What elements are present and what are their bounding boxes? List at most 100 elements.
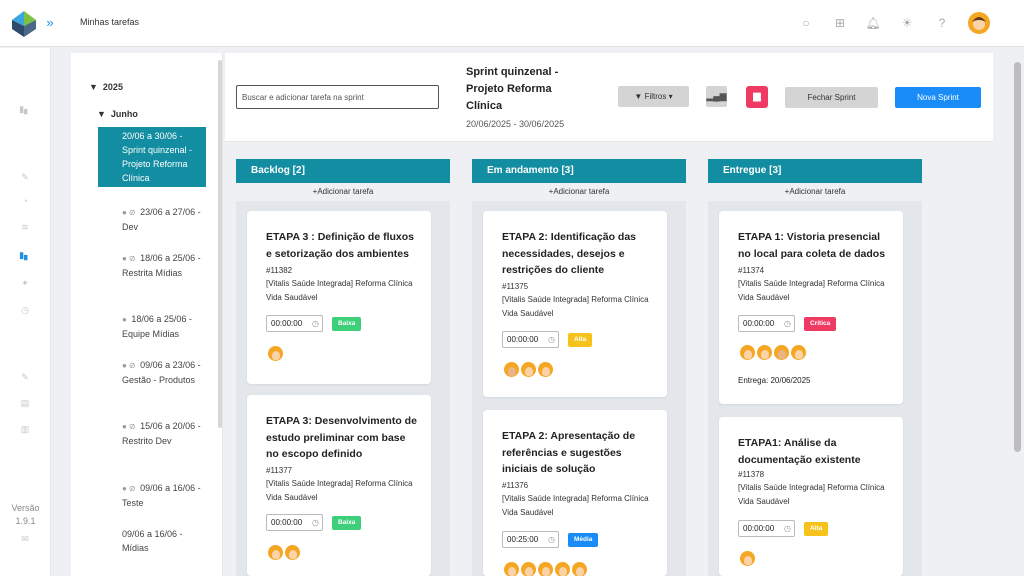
mail-icon[interactable]: ✉	[17, 532, 33, 546]
tree-item-sprint[interactable]: 20/06 a 30/06 - Sprint quinzenal - Proje…	[98, 127, 206, 187]
plus-icon[interactable]: ⊞	[831, 14, 849, 32]
assignees	[739, 344, 807, 361]
tree-year[interactable]: ▼ 2025	[89, 82, 123, 92]
avatar[interactable]	[503, 561, 520, 576]
timer-value: 00:00:00	[507, 335, 539, 344]
new-sprint-button[interactable]: Nova Sprint	[895, 87, 981, 108]
task-project: [Vitalis Saúde Integrada] Reforma Clínic…	[502, 494, 649, 517]
priority-badge: Baixa	[332, 516, 362, 530]
projects-icon[interactable]: ▮▖	[17, 102, 33, 116]
add-task-button[interactable]: +Adicionar tarefa	[472, 187, 686, 196]
sprint-dates: 20/06/2025 - 30/06/2025	[466, 119, 565, 129]
sprint-title: Sprint quinzenal - Projeto Reforma Clíni…	[466, 66, 559, 112]
filter-button[interactable]: ▼ Filtros ▾	[618, 86, 689, 107]
timer-value: 00:00:00	[743, 524, 775, 533]
add-task-button[interactable]: +Adicionar tarefa	[236, 187, 450, 196]
avatar[interactable]	[537, 561, 554, 576]
task-card[interactable]: ETAPA 3: Desenvolvimento de estudo preli…	[247, 395, 431, 576]
task-card[interactable]: ETAPA 2: Apresentação de referências e s…	[483, 410, 667, 576]
column-header-in-progress: Em andamento [3]	[472, 159, 686, 183]
avatar[interactable]	[503, 361, 520, 378]
tree-item-sprint[interactable]: ● ⊘ 15/06 a 20/06 - Restrito Dev	[98, 419, 206, 448]
avatar[interactable]	[520, 561, 537, 576]
task-title: ETAPA 1: Vistoria presencial no local pa…	[738, 231, 886, 260]
clock-icon[interactable]: ◷	[17, 303, 33, 317]
avatar[interactable]	[739, 344, 756, 361]
close-sprint-button[interactable]: Fechar Sprint	[785, 87, 878, 108]
pushpin-icon[interactable]: ✦	[17, 276, 33, 290]
tree-item-sprint[interactable]: 09/06 a 16/06 - Mídias	[98, 527, 206, 555]
task-project: [Vitalis Saúde Integrada] Reforma Clínic…	[502, 295, 649, 318]
search-icon[interactable]: ○	[797, 14, 815, 32]
task-title: ETAPA 3: Desenvolvimento de estudo preli…	[266, 415, 417, 460]
avatar[interactable]	[284, 544, 301, 561]
task-card[interactable]: ETAPA1: Análise da documentação existent…	[719, 417, 903, 576]
task-card[interactable]: ETAPA 3 : Definição de fluxos e setoriza…	[247, 211, 431, 384]
user-avatar[interactable]	[968, 12, 990, 34]
tree-item-sprint[interactable]: ● ⊘ 09/06 a 23/06 - Gestão - Produtos	[98, 358, 206, 387]
task-id: #11377	[266, 466, 293, 475]
app-logo[interactable]	[12, 11, 36, 37]
avatar[interactable]	[773, 344, 790, 361]
task-title: ETAPA 3 : Definição de fluxos e setoriza…	[266, 231, 414, 260]
task-card[interactable]: ETAPA 1: Vistoria presencial no local pa…	[719, 211, 903, 404]
avatar[interactable]	[554, 561, 571, 576]
tree-item-sprint[interactable]: ● ⊘ 23/06 a 27/06 - Dev	[98, 205, 206, 234]
expand-sidebar-icon[interactable]: »	[41, 14, 59, 32]
main-scrollbar[interactable]	[1014, 62, 1021, 452]
avatar[interactable]	[520, 361, 537, 378]
sun-icon[interactable]: ☀	[898, 14, 916, 32]
lock-icon: ●	[122, 484, 127, 493]
timer-field[interactable]: 00:00:00 ◷	[266, 315, 323, 332]
report-icon[interactable]: ▥	[17, 422, 33, 436]
timer-field[interactable]: 00:00:00 ◷	[738, 315, 795, 332]
eye-off-icon: ⊘	[128, 422, 136, 431]
add-task-button[interactable]: +Adicionar tarefa	[708, 187, 922, 196]
layers-icon[interactable]: ≋	[17, 220, 33, 234]
help-icon[interactable]: ?	[933, 14, 951, 32]
avatar[interactable]	[267, 345, 284, 362]
collapse-icon: ▼	[97, 109, 111, 119]
tree-scrollbar[interactable]	[218, 60, 222, 428]
funnel-icon: ▼	[634, 92, 643, 101]
lock-icon: ●	[122, 208, 127, 217]
pie-chart-icon[interactable]: ◔	[17, 194, 33, 208]
edit-icon[interactable]: ✎	[17, 370, 33, 384]
document-icon[interactable]: ▤	[17, 396, 33, 410]
avatar[interactable]	[790, 344, 807, 361]
eye-off-icon: ⊘	[128, 254, 136, 263]
chart-button[interactable]: ▂▄▆	[706, 86, 727, 107]
board-header: Sprint quinzenal - Projeto Reforma Clíni…	[225, 53, 993, 142]
avatar[interactable]	[739, 550, 756, 567]
navigation-rail: ▮▖ ✎ ◔ ≋ ▮▖ ✦ ◷ ✎ ▤ ▥ Versão 1.9.1 ✉	[0, 48, 51, 576]
eye-off-icon: ⊘	[128, 484, 136, 493]
avatar[interactable]	[267, 544, 284, 561]
task-id: #11376	[502, 481, 529, 490]
avatar[interactable]	[756, 344, 773, 361]
task-id: #11382	[266, 266, 293, 275]
sprint-board-icon[interactable]: ▮▖	[17, 248, 33, 262]
tree-item-sprint[interactable]: ● ⊘ 09/06 a 16/06 - Teste	[98, 481, 206, 510]
eye-off-icon: ⊘	[128, 208, 136, 217]
add-task-label: Adicionar tarefa	[789, 187, 846, 196]
timer-field[interactable]: 00:00:00 ◷	[266, 514, 323, 531]
timer-field[interactable]: 00:00:00 ◷	[738, 520, 795, 537]
search-input[interactable]	[236, 85, 439, 109]
delete-sprint-button[interactable]: ▆	[746, 86, 768, 108]
assignees	[503, 561, 588, 576]
timer-field[interactable]: 00:25:00 ◷	[502, 531, 559, 548]
assignees	[267, 544, 301, 561]
task-project: [Vitalis Saúde Integrada] Reforma Clínic…	[738, 483, 885, 506]
pin-icon[interactable]: ✎	[17, 170, 33, 184]
avatar[interactable]	[537, 361, 554, 378]
tree-month[interactable]: ▼ Junho	[97, 109, 138, 119]
tree-item-label: 09/06 a 16/06 - Mídias	[122, 529, 183, 553]
timer-field[interactable]: 00:00:00 ◷	[502, 331, 559, 348]
task-card[interactable]: ETAPA 2: Identificação das necessidades,…	[483, 211, 667, 397]
tree-item-sprint[interactable]: ● 18/06 a 25/06 - Equipe Mídias	[98, 312, 206, 341]
priority-badge: Crítica	[804, 317, 837, 331]
assignees	[739, 550, 756, 567]
avatar[interactable]	[571, 561, 588, 576]
tree-item-sprint[interactable]: ● ⊘ 18/06 a 25/06 - Restrita Mídias	[98, 251, 206, 280]
bell-icon[interactable]: 🔔︎	[864, 14, 882, 32]
